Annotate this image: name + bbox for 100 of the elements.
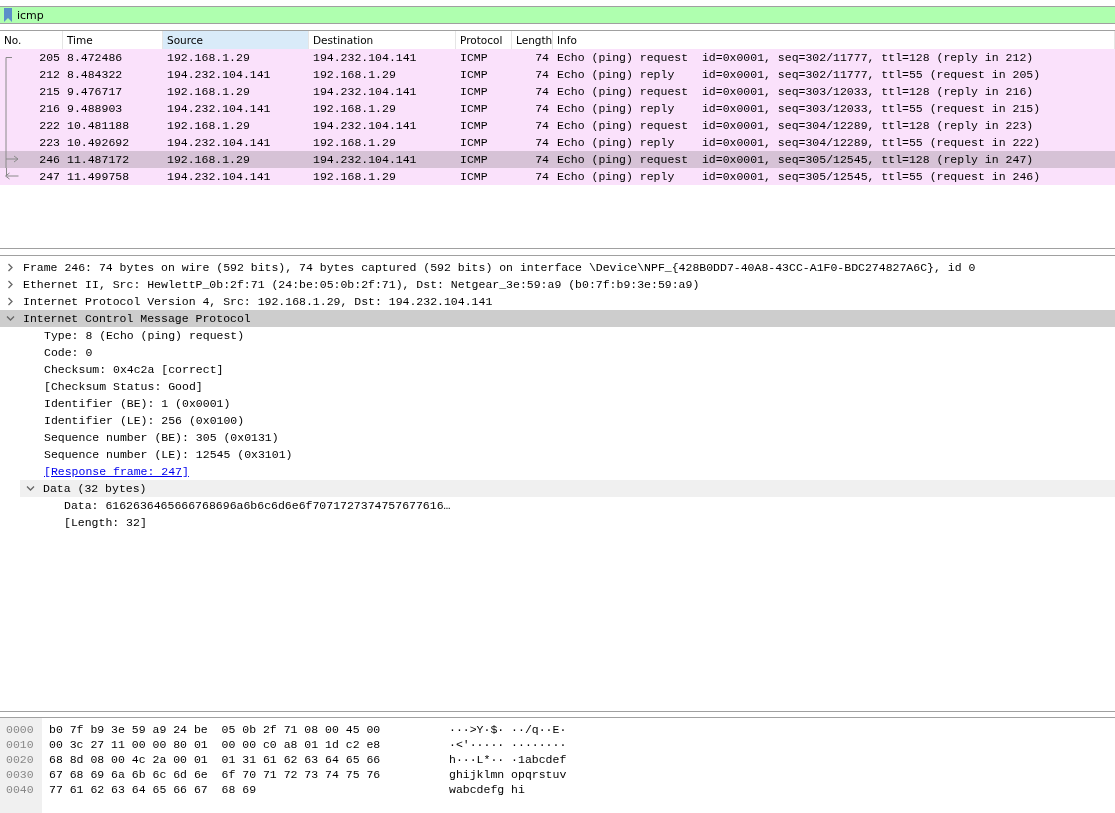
destination-cell: 194.232.104.141 (313, 153, 417, 166)
destination-cell: 192.168.1.29 (313, 136, 396, 149)
hex-bytes: 68 8d 08 00 4c 2a 00 01 01 31 61 62 63 64 65 66 (49, 752, 382, 767)
length-cell: 74 (535, 68, 549, 81)
destination-cell: 194.232.104.141 (313, 85, 417, 98)
offset-label: 0040 (5, 782, 35, 797)
source-cell: 192.168.1.29 (167, 119, 250, 132)
destination-cell: 192.168.1.29 (313, 170, 396, 183)
offset-label: 0000 (5, 722, 35, 737)
tree-item[interactable]: Ethernet II, Src: HewlettP_0b:2f:71 (24:be:05:0b:2f:71), Dst: Netgear_3e:59:a9 (b0:7f:b9:3e:59:a9) (0, 276, 1115, 293)
info-cell: Echo (ping) request id=0x0001, seq=304/12289, ttl=128 (reply in 223) (557, 119, 1034, 132)
info-cell: Echo (ping) reply id=0x0001, seq=304/12289, ttl=55 (request in 222) (557, 136, 1041, 149)
ascii-bytes: ·<'····· ········ (449, 738, 567, 751)
time-cell: 10.492692 (67, 136, 130, 149)
number-cell-text: 205 (39, 50, 60, 66)
packet-row[interactable]: 216 9.488903 194.232.104.141 192.168.1.29 ICMP 74 Echo (ping) reply id=0x0001, seq=303/12033, ttl=55 (request in 215) (0, 100, 1115, 117)
tree-field: Identifier (BE): 1 (0x0001) (44, 395, 231, 412)
number-cell-text: 215 (39, 84, 60, 100)
filter-bar[interactable]: icmp (0, 6, 1115, 24)
expander-icon[interactable] (6, 280, 15, 289)
source-cell: 194.232.104.141 (167, 68, 271, 81)
packet-row[interactable]: 205 8.472486 192.168.1.29 194.232.104.141 ICMP 74 Echo (ping) request id=0x0001, seq=302/11777, ttl=128 (reply in 212) (0, 49, 1115, 66)
ascii-bytes: ghijklmn opqrstuv (449, 768, 567, 781)
packet-row[interactable]: 212 8.484322 194.232.104.141 192.168.1.29 ICMP 74 Echo (ping) reply id=0x0001, seq=302/11777, ttl=55 (request in 205) (0, 66, 1115, 83)
offset-label: 0030 (5, 767, 35, 782)
expander-icon[interactable] (6, 314, 15, 323)
ascii-bytes: h···L*·· ·1abcdef (449, 753, 567, 766)
tree-field: Sequence number (BE): 305 (0x0131) (44, 429, 279, 446)
offset-label: 0010 (5, 737, 35, 752)
tree-field: Code: 0 (44, 344, 93, 361)
time-cell: 9.476717 (67, 85, 123, 98)
protocol-cell: ICMP (460, 170, 488, 183)
number-cell-text: 246 (39, 152, 60, 168)
protocol-cell: ICMP (460, 68, 488, 81)
ascii-bytes: wabcdefg hi (449, 783, 525, 796)
display-filter-field[interactable]: icmp (17, 8, 1115, 22)
protocol-cell: ICMP (460, 136, 488, 149)
length-cell: 74 (535, 153, 549, 166)
tree-item-text: Internet Protocol Version 4, Src: 192.168.1.29, Dst: 194.232.104.141 (23, 294, 493, 310)
info-cell: Echo (ping) request id=0x0001, seq=302/11777, ttl=128 (reply in 212) (557, 51, 1034, 64)
tree-item-text: Internet Control Message Protocol (23, 311, 251, 327)
length-cell: 74 (535, 119, 549, 132)
source-cell: 192.168.1.29 (167, 153, 250, 166)
tree-field: [Length: 32] (64, 514, 147, 531)
time-cell: 9.488903 (67, 102, 123, 115)
destination-cell: 194.232.104.141 (313, 119, 417, 132)
source-cell: 194.232.104.141 (167, 102, 271, 115)
tree-field: Sequence number (LE): 12545 (0x3101) (44, 446, 293, 463)
source-cell: 192.168.1.29 (167, 85, 250, 98)
info-cell: Echo (ping) request id=0x0001, seq=305/12545, ttl=128 (reply in 247) (557, 153, 1034, 166)
protocol-cell: ICMP (460, 102, 488, 115)
column-header[interactable]: Source (163, 31, 309, 49)
destination-cell: 192.168.1.29 (313, 102, 396, 115)
number-cell-text: 222 (39, 118, 60, 134)
number-cell-text: 212 (39, 67, 60, 83)
expander-icon[interactable] (6, 263, 15, 272)
length-cell: 74 (535, 102, 549, 115)
response-frame-link[interactable]: [Response frame: 247] (44, 463, 189, 480)
packet-row[interactable]: 223 10.492692 194.232.104.141 192.168.1.29 ICMP 74 Echo (ping) reply id=0x0001, seq=304/12289, ttl=55 (request in 222) (0, 134, 1115, 151)
tree-item[interactable]: Frame 246: 74 bytes on wire (592 bits), 74 bytes captured (592 bits) on interface \Device\NPF_{428B0DD7-40A8-43CC-A1F0-BDC274827A6C}, id 0 (0, 259, 1115, 276)
tree-item[interactable]: Internet Protocol Version 4, Src: 192.168.1.29, Dst: 194.232.104.141 (0, 293, 1115, 310)
packet-row[interactable]: 215 9.476717 192.168.1.29 194.232.104.141 ICMP 74 Echo (ping) request id=0x0001, seq=303/12033, ttl=128 (reply in 216) (0, 83, 1115, 100)
number-cell-text: 223 (39, 135, 60, 151)
info-cell: Echo (ping) reply id=0x0001, seq=305/12545, ttl=55 (request in 246) (557, 170, 1041, 183)
time-cell: 8.472486 (67, 51, 123, 64)
time-cell: 11.487172 (67, 153, 130, 166)
hex-bytes: 67 68 69 6a 6b 6c 6d 6e 6f 70 71 72 73 74 75 76 (49, 767, 382, 782)
bookmark-icon[interactable] (3, 8, 13, 22)
destination-cell: 192.168.1.29 (313, 68, 396, 81)
expander-icon[interactable] (6, 297, 15, 306)
offset-label: 0020 (5, 752, 35, 767)
hex-bytes: 00 3c 27 11 00 00 80 01 00 00 c0 a8 01 1d c2 e8 (49, 737, 382, 752)
packet-row[interactable]: 247 11.499758 194.232.104.141 192.168.1.29 ICMP 74 Echo (ping) reply id=0x0001, seq=305/12545, ttl=55 (request in 246) (0, 168, 1115, 185)
packet-row[interactable]: 222 10.481188 192.168.1.29 194.232.104.141 ICMP 74 Echo (ping) request id=0x0001, seq=304/12289, ttl=128 (reply in 223) (0, 117, 1115, 134)
tree-field: Checksum: 0x4c2a [correct] (44, 361, 224, 378)
destination-cell: 194.232.104.141 (313, 51, 417, 64)
protocol-cell: ICMP (460, 153, 488, 166)
source-cell: 194.232.104.141 (167, 136, 271, 149)
length-cell: 74 (535, 51, 549, 64)
tree-field: Identifier (LE): 256 (0x0100) (44, 412, 245, 429)
time-cell: 11.499758 (67, 170, 130, 183)
packet-row[interactable]: 246 11.487172 192.168.1.29 194.232.104.141 ICMP 74 Echo (ping) request id=0x0001, seq=305/12545, ttl=128 (reply in 247) (0, 151, 1115, 168)
hex-bytes: 77 61 62 63 64 65 66 67 68 69 (49, 782, 258, 797)
protocol-cell: ICMP (460, 119, 488, 132)
time-cell: 10.481188 (67, 119, 130, 132)
length-cell: 74 (535, 85, 549, 98)
info-cell: Echo (ping) reply id=0x0001, seq=303/12033, ttl=55 (request in 215) (557, 102, 1041, 115)
number-cell-text: 216 (39, 101, 60, 117)
protocol-cell: ICMP (460, 85, 488, 98)
time-cell: 8.484322 (67, 68, 123, 81)
tree-item[interactable]: Data (32 bytes) (20, 480, 1115, 497)
tree-item[interactable]: Internet Control Message Protocol (0, 310, 1115, 327)
tree-field: Data: 6162636465666768696a6b6c6d6e6f7071727374757677616… (64, 497, 451, 514)
tree-item-text: Ethernet II, Src: HewlettP_0b:2f:71 (24:be:05:0b:2f:71), Dst: Netgear_3e:59:a9 (b0:7f:b9:3e:59:a9) (23, 277, 700, 293)
source-cell: 192.168.1.29 (167, 51, 250, 64)
info-cell: Echo (ping) reply id=0x0001, seq=302/11777, ttl=55 (request in 205) (557, 68, 1041, 81)
protocol-cell: ICMP (460, 51, 488, 64)
expander-icon[interactable] (26, 484, 35, 493)
tree-field: [Checksum Status: Good] (44, 378, 203, 395)
ascii-bytes: ···>Y·$· ··/q··E· (449, 723, 567, 736)
